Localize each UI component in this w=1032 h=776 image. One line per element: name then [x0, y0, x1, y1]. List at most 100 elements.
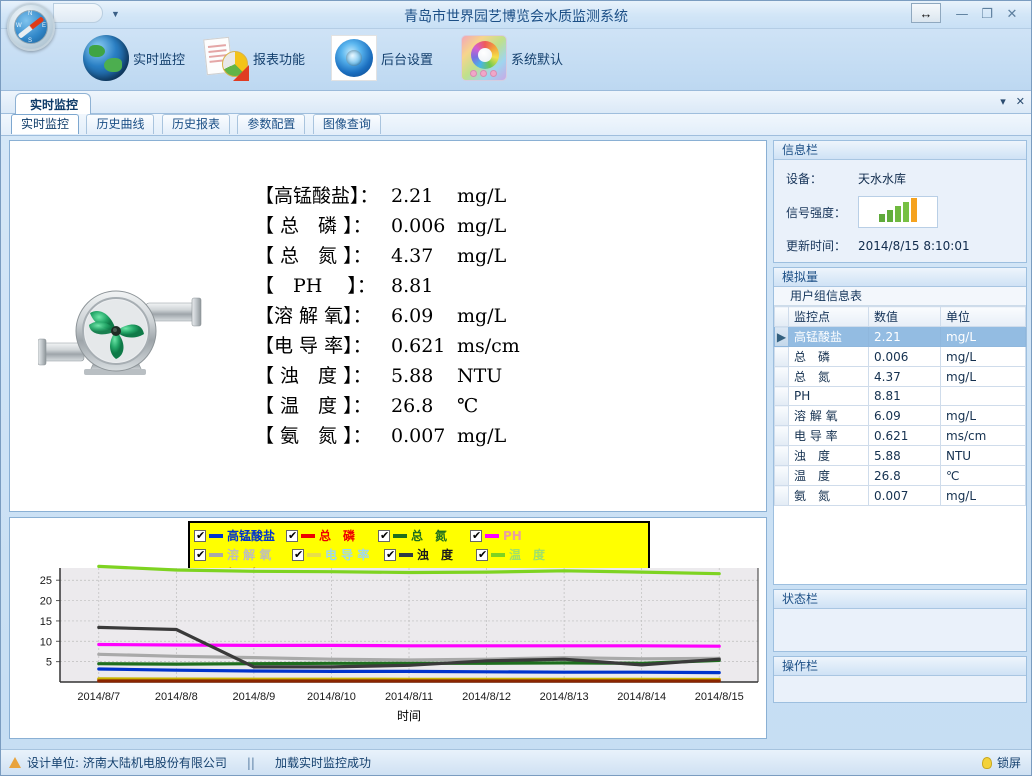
cell-unit: NTU: [941, 446, 1026, 466]
legend-item[interactable]: PH: [470, 526, 562, 545]
analog-panel-title: 模拟量: [774, 268, 1026, 287]
svg-text:20: 20: [40, 596, 52, 608]
legend-checkbox[interactable]: [286, 530, 298, 542]
table-row[interactable]: 溶 解 氧 6.09 mg/L: [775, 406, 1026, 426]
right-column: 信息栏 设备： 天水水库 信号强度： 更新时间： 2014/8/15: [773, 140, 1027, 740]
toolbar-item-backend-settings[interactable]: 后台设置: [331, 35, 433, 81]
reading-value: 4.37: [391, 241, 451, 271]
svg-text:25: 25: [40, 575, 52, 587]
table-header-row: 监控点 数值 单位: [775, 307, 1026, 327]
legend-label: PH: [503, 529, 522, 543]
close-icon[interactable]: ✕: [1016, 95, 1025, 108]
legend-item[interactable]: 总 氮: [378, 526, 470, 545]
legend-label: 温 度: [509, 546, 545, 563]
legend-checkbox[interactable]: [194, 549, 206, 561]
toolbar-item-realtime-monitor[interactable]: 实时监控: [83, 35, 185, 81]
reading-row: 【高锰酸盐】： 2.21 mg/L: [255, 181, 520, 211]
column-header[interactable]: 数值: [869, 307, 941, 327]
info-panel-title: 信息栏: [774, 141, 1026, 160]
signal-label: 信号强度：: [786, 204, 858, 221]
tab-history-report[interactable]: 历史报表: [162, 114, 230, 134]
minimize-button[interactable]: —: [951, 4, 973, 24]
legend-item[interactable]: 总 磷: [286, 526, 378, 545]
report-chart-icon: [203, 35, 249, 81]
info-panel: 信息栏 设备： 天水水库 信号强度： 更新时间： 2014/8/15: [773, 140, 1027, 263]
reading-row: 【 浊 度 】： 5.88 NTU: [255, 361, 520, 391]
legend-checkbox[interactable]: [194, 530, 206, 542]
tab-realtime-monitor[interactable]: 实时监控: [11, 114, 79, 134]
cell-point: 总 氮: [789, 367, 869, 387]
svg-text:2014/8/11: 2014/8/11: [385, 691, 433, 703]
legend-checkbox[interactable]: [378, 530, 390, 542]
cell-value: 0.006: [869, 347, 941, 367]
svg-text:10: 10: [40, 636, 52, 648]
legend-swatch: [301, 534, 315, 538]
maximize-button[interactable]: ❐: [976, 4, 998, 24]
legend-item[interactable]: 高锰酸盐: [194, 526, 286, 545]
row-marker: [775, 367, 789, 387]
table-row[interactable]: 总 氮 4.37 mg/L: [775, 367, 1026, 387]
bulb-icon: [982, 757, 992, 769]
chevron-down-icon[interactable]: ▾: [1000, 95, 1006, 108]
cell-unit: [941, 387, 1026, 406]
cell-point: 高锰酸盐: [789, 327, 869, 347]
svg-text:2014/8/12: 2014/8/12: [462, 691, 511, 703]
legend-swatch: [393, 534, 407, 538]
designer-text: 设计单位: 济南大陆机电股份有限公司: [27, 754, 227, 771]
column-header[interactable]: 监控点: [789, 307, 869, 327]
reading-row: 【 温 度 】： 26.8 ℃: [255, 391, 520, 421]
cell-value: 0.621: [869, 426, 941, 446]
toolbar-item-report[interactable]: 报表功能: [203, 35, 305, 81]
table-row[interactable]: 总 磷 0.006 mg/L: [775, 347, 1026, 367]
table-row[interactable]: ▶ 高锰酸盐 2.21 mg/L: [775, 327, 1026, 347]
cell-value: 8.81: [869, 387, 941, 406]
table-row[interactable]: 温 度 26.8 ℃: [775, 466, 1026, 486]
legend-checkbox[interactable]: [470, 530, 482, 542]
reading-value: 8.81: [391, 271, 451, 301]
row-marker-header: [775, 307, 789, 327]
cell-point: PH: [789, 387, 869, 406]
cell-unit: mg/L: [941, 327, 1026, 347]
column-header[interactable]: 单位: [941, 307, 1026, 327]
document-tab-realtime[interactable]: 实时监控: [15, 93, 91, 114]
cell-value: 4.37: [869, 367, 941, 387]
tab-image-query[interactable]: 图像查询: [313, 114, 381, 134]
row-marker: [775, 446, 789, 466]
update-time-row: 更新时间： 2014/8/15 8:10:01: [786, 237, 1026, 254]
reading-name: 【 PH 】：: [255, 271, 391, 301]
cell-unit: mg/L: [941, 486, 1026, 506]
globe-icon: [83, 35, 129, 81]
legend-checkbox[interactable]: [476, 549, 488, 561]
toolbar-item-system-default[interactable]: 系统默认: [461, 35, 563, 81]
legend-swatch: [485, 534, 499, 538]
row-marker: [775, 426, 789, 446]
tab-history-curve[interactable]: 历史曲线: [86, 114, 154, 134]
reading-row: 【 总 氮 】： 4.37 mg/L: [255, 241, 520, 271]
table-row[interactable]: 氨 氮 0.007 mg/L: [775, 486, 1026, 506]
cell-point: 溶 解 氧: [789, 406, 869, 426]
reading-value: 0.007: [391, 421, 451, 451]
signal-strength-icon: [858, 196, 938, 228]
reading-name: 【溶 解 氧】：: [255, 301, 391, 331]
svg-text:2014/8/13: 2014/8/13: [540, 691, 589, 703]
chart-plot-area: 5101520252014/8/72014/8/82014/8/92014/8/…: [10, 562, 768, 740]
toolbar-label: 系统默认: [511, 49, 563, 68]
status-panel-body: [774, 609, 1026, 651]
window-title: 青岛市世界园艺博览会水质监测系统: [1, 6, 1031, 26]
legend-checkbox[interactable]: [384, 549, 396, 561]
table-row[interactable]: PH 8.81: [775, 387, 1026, 406]
device-label: 设备：: [786, 170, 858, 187]
legend-swatch: [209, 553, 223, 557]
reading-unit: ms/cm: [457, 331, 520, 361]
device-value: 天水水库: [858, 170, 906, 187]
legend-checkbox[interactable]: [292, 549, 304, 561]
cell-unit: mg/L: [941, 367, 1026, 387]
table-row[interactable]: 浊 度 5.88 NTU: [775, 446, 1026, 466]
toolbar-label: 实时监控: [133, 49, 185, 68]
resize-button[interactable]: ↔: [911, 3, 941, 23]
reading-value: 6.09: [391, 301, 451, 331]
lock-screen-button[interactable]: 锁屏: [982, 754, 1031, 771]
table-row[interactable]: 电 导 率 0.621 ms/cm: [775, 426, 1026, 446]
tab-parameter-config[interactable]: 参数配置: [237, 114, 305, 134]
close-button[interactable]: ✕: [1001, 4, 1023, 24]
